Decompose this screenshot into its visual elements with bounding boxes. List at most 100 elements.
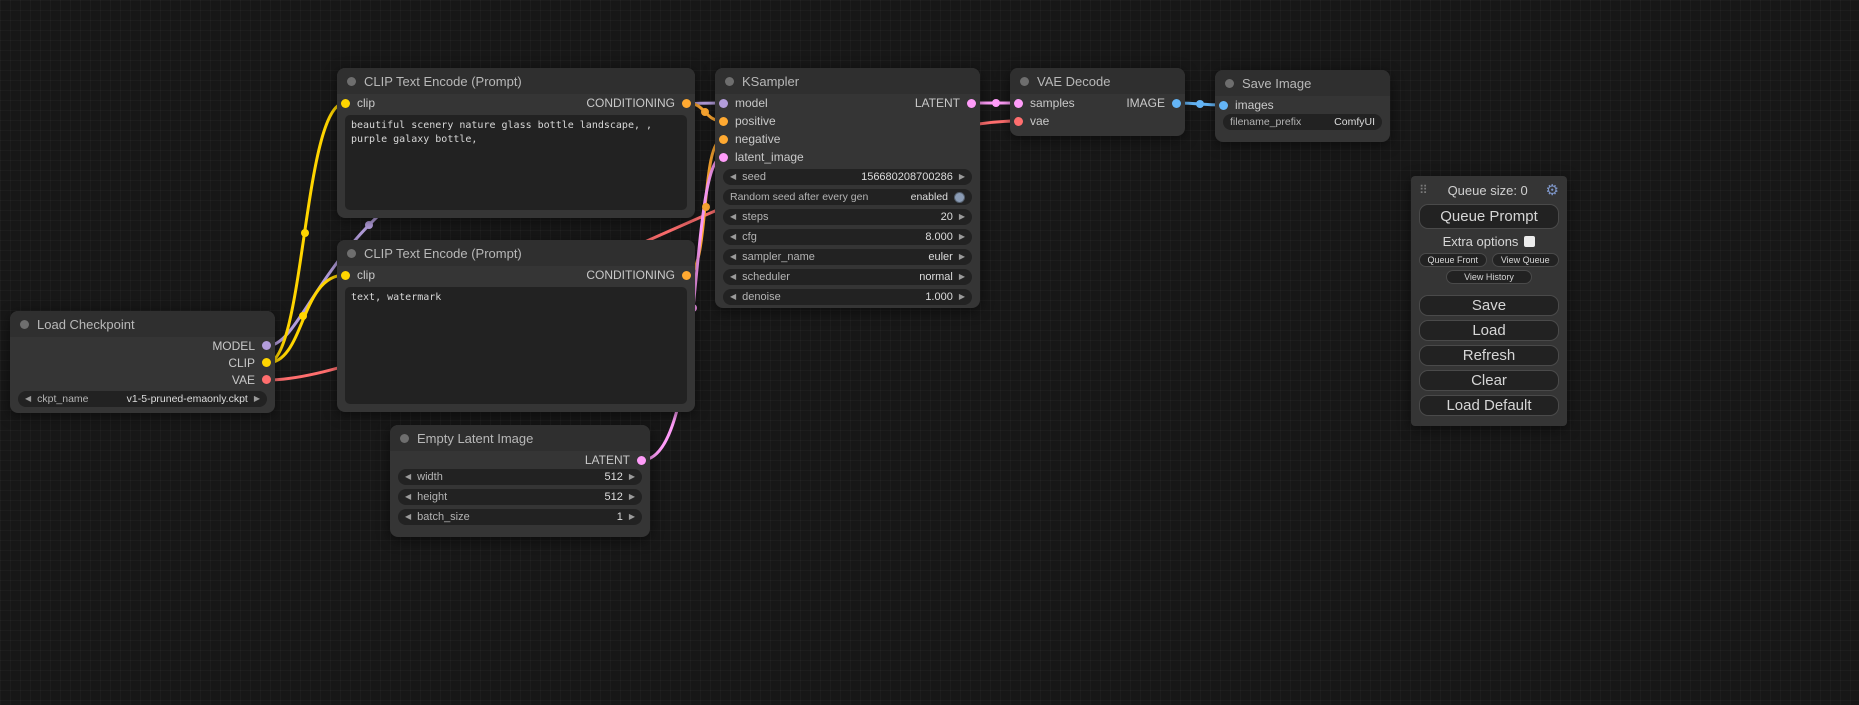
collapse-dot-icon[interactable] <box>1020 77 1029 86</box>
vae-port-dot[interactable] <box>262 375 271 384</box>
decrement-arrow-icon[interactable]: ◀ <box>25 395 31 403</box>
node-save-image[interactable]: Save Image images filename_prefix ComfyU… <box>1215 70 1390 142</box>
toggle-icon[interactable] <box>954 192 965 203</box>
decrement-arrow-icon[interactable]: ◀ <box>730 213 736 221</box>
collapse-dot-icon[interactable] <box>347 77 356 86</box>
node-clip-text-encode-positive[interactable]: CLIP Text Encode (Prompt) clip CONDITION… <box>337 68 695 218</box>
node-graph-canvas[interactable]: Load Checkpoint MODEL CLIP VAE ◀ ckpt_na… <box>0 0 1859 705</box>
scheduler-widget[interactable]: ◀ scheduler normal ▶ <box>723 269 972 285</box>
increment-arrow-icon[interactable]: ▶ <box>959 253 965 261</box>
conditioning-port-dot[interactable] <box>719 117 728 126</box>
filename-prefix-widget[interactable]: filename_prefix ComfyUI <box>1223 114 1382 130</box>
output-port-image[interactable]: IMAGE <box>1126 96 1185 110</box>
collapse-dot-icon[interactable] <box>1225 79 1234 88</box>
view-queue-button[interactable]: View Queue <box>1492 253 1560 267</box>
ckpt-name-widget[interactable]: ◀ ckpt_name v1-5-pruned-emaonly.ckpt ▶ <box>18 391 267 407</box>
denoise-widget[interactable]: ◀ denoise 1.000 ▶ <box>723 289 972 305</box>
node-title-bar[interactable]: KSampler <box>715 68 980 94</box>
save-button[interactable]: Save <box>1419 295 1559 316</box>
node-empty-latent-image[interactable]: Empty Latent Image LATENT ◀ width 512 ▶ … <box>390 425 650 537</box>
conditioning-port-dot[interactable] <box>719 135 728 144</box>
queue-front-button[interactable]: Queue Front <box>1419 253 1487 267</box>
steps-widget[interactable]: ◀ steps 20 ▶ <box>723 209 972 225</box>
view-history-button[interactable]: View History <box>1446 270 1532 284</box>
output-port-latent[interactable]: LATENT <box>915 96 980 110</box>
node-title-bar[interactable]: Empty Latent Image <box>390 425 650 451</box>
node-title-bar[interactable]: Save Image <box>1215 70 1390 96</box>
increment-arrow-icon[interactable]: ▶ <box>629 493 635 501</box>
decrement-arrow-icon[interactable]: ◀ <box>405 493 411 501</box>
node-title-bar[interactable]: CLIP Text Encode (Prompt) <box>337 240 695 266</box>
decrement-arrow-icon[interactable]: ◀ <box>730 273 736 281</box>
decrement-arrow-icon[interactable]: ◀ <box>730 233 736 241</box>
image-port-dot[interactable] <box>1219 101 1228 110</box>
clear-button[interactable]: Clear <box>1419 370 1559 391</box>
drag-handle-icon[interactable]: ⠿ <box>1419 183 1428 197</box>
latent-port-dot[interactable] <box>1014 99 1023 108</box>
node-vae-decode[interactable]: VAE Decode samples IMAGE vae <box>1010 68 1185 136</box>
output-port-conditioning[interactable]: CONDITIONING <box>586 96 695 110</box>
load-button[interactable]: Load <box>1419 320 1559 341</box>
node-clip-text-encode-negative[interactable]: CLIP Text Encode (Prompt) clip CONDITION… <box>337 240 695 412</box>
output-port-clip[interactable]: CLIP <box>228 356 275 370</box>
sampler-name-widget[interactable]: ◀ sampler_name euler ▶ <box>723 249 972 265</box>
input-port-images[interactable]: images <box>1215 98 1274 112</box>
decrement-arrow-icon[interactable]: ◀ <box>405 513 411 521</box>
input-port-latent-image[interactable]: latent_image <box>715 150 804 164</box>
seed-widget[interactable]: ◀ seed 156680208700286 ▶ <box>723 169 972 185</box>
latent-port-dot[interactable] <box>967 99 976 108</box>
increment-arrow-icon[interactable]: ▶ <box>959 213 965 221</box>
queue-prompt-button[interactable]: Queue Prompt <box>1419 204 1559 229</box>
collapse-dot-icon[interactable] <box>347 249 356 258</box>
negative-prompt-textarea[interactable]: text, watermark <box>345 287 687 404</box>
node-title-bar[interactable]: VAE Decode <box>1010 68 1185 94</box>
conditioning-port-dot[interactable] <box>682 271 691 280</box>
input-port-samples[interactable]: samples <box>1010 96 1075 110</box>
random-seed-widget[interactable]: Random seed after every gen enabled <box>723 189 972 205</box>
output-port-vae[interactable]: VAE <box>232 373 275 387</box>
input-port-model[interactable]: model <box>715 96 768 110</box>
output-port-conditioning[interactable]: CONDITIONING <box>586 268 695 282</box>
increment-arrow-icon[interactable]: ▶ <box>959 173 965 181</box>
node-title-bar[interactable]: Load Checkpoint <box>10 311 275 337</box>
decrement-arrow-icon[interactable]: ◀ <box>405 473 411 481</box>
load-default-button[interactable]: Load Default <box>1419 395 1559 416</box>
positive-prompt-textarea[interactable]: beautiful scenery nature glass bottle la… <box>345 115 687 210</box>
image-port-dot[interactable] <box>1172 99 1181 108</box>
input-port-clip[interactable]: clip <box>337 96 375 110</box>
latent-port-dot[interactable] <box>719 153 728 162</box>
input-port-positive[interactable]: positive <box>715 114 776 128</box>
settings-gear-icon[interactable]: ⚙ <box>1546 181 1559 199</box>
model-port-dot[interactable] <box>262 341 271 350</box>
node-load-checkpoint[interactable]: Load Checkpoint MODEL CLIP VAE ◀ ckpt_na… <box>10 311 275 413</box>
batch-size-widget[interactable]: ◀ batch_size 1 ▶ <box>398 509 642 525</box>
decrement-arrow-icon[interactable]: ◀ <box>730 293 736 301</box>
conditioning-port-dot[interactable] <box>682 99 691 108</box>
input-port-vae[interactable]: vae <box>1010 114 1049 128</box>
output-port-latent[interactable]: LATENT <box>585 453 650 467</box>
increment-arrow-icon[interactable]: ▶ <box>959 293 965 301</box>
increment-arrow-icon[interactable]: ▶ <box>959 233 965 241</box>
input-port-negative[interactable]: negative <box>715 132 780 146</box>
increment-arrow-icon[interactable]: ▶ <box>629 513 635 521</box>
height-widget[interactable]: ◀ height 512 ▶ <box>398 489 642 505</box>
input-port-clip[interactable]: clip <box>337 268 375 282</box>
collapse-dot-icon[interactable] <box>725 77 734 86</box>
collapse-dot-icon[interactable] <box>20 320 29 329</box>
increment-arrow-icon[interactable]: ▶ <box>959 273 965 281</box>
clip-port-dot[interactable] <box>341 99 350 108</box>
increment-arrow-icon[interactable]: ▶ <box>254 395 260 403</box>
clip-port-dot[interactable] <box>341 271 350 280</box>
output-port-model[interactable]: MODEL <box>212 339 275 353</box>
extra-options-checkbox[interactable] <box>1524 236 1535 247</box>
decrement-arrow-icon[interactable]: ◀ <box>730 173 736 181</box>
cfg-widget[interactable]: ◀ cfg 8.000 ▶ <box>723 229 972 245</box>
latent-port-dot[interactable] <box>637 456 646 465</box>
vae-port-dot[interactable] <box>1014 117 1023 126</box>
decrement-arrow-icon[interactable]: ◀ <box>730 253 736 261</box>
node-ksampler[interactable]: KSampler model LATENT positive negative <box>715 68 980 308</box>
collapse-dot-icon[interactable] <box>400 434 409 443</box>
width-widget[interactable]: ◀ width 512 ▶ <box>398 469 642 485</box>
refresh-button[interactable]: Refresh <box>1419 345 1559 366</box>
model-port-dot[interactable] <box>719 99 728 108</box>
